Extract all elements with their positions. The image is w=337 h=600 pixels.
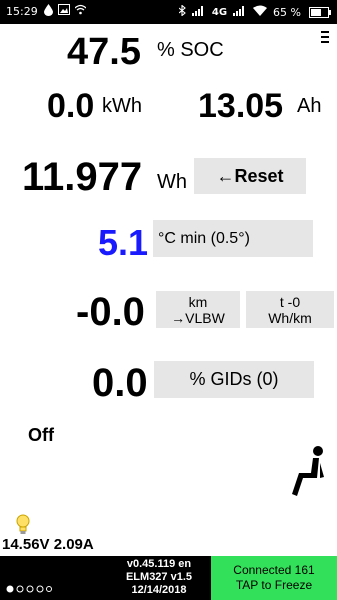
ah-value: 13.05 bbox=[198, 87, 284, 125]
version-line3: 12/14/2018 bbox=[131, 584, 187, 596]
wh-km-button-line1: t -0 bbox=[279, 293, 301, 310]
notification-drop-icon bbox=[44, 4, 53, 19]
km-vlbw-button[interactable]: km →VLBW bbox=[156, 291, 240, 328]
overflow-menu-icon[interactable] bbox=[321, 30, 329, 46]
wh-km-button-line2: Wh/km bbox=[268, 309, 312, 326]
signal-icon-2 bbox=[233, 5, 247, 19]
reset-button[interactable]: ←Reset bbox=[194, 158, 306, 194]
connected-line2: TAP to Freeze bbox=[235, 578, 313, 592]
kwh-unit: kWh bbox=[102, 95, 142, 117]
battery-percent: 65 % bbox=[273, 5, 301, 19]
version-line2: ELM327 v1.5 bbox=[125, 571, 193, 583]
soc-unit: % SOC bbox=[157, 39, 224, 61]
battery-icon bbox=[309, 6, 331, 18]
version-line1: v0.45.119 en bbox=[126, 558, 192, 570]
connected-freeze-button[interactable]: Connected 161 TAP to Freeze bbox=[211, 556, 337, 600]
km-button-line1: km bbox=[188, 293, 208, 310]
version-info: v0.45.119 en ELM327 v1.5 12/14/2018 bbox=[116, 558, 202, 597]
wifi-icon bbox=[253, 5, 268, 19]
seat-icon bbox=[287, 445, 327, 506]
status-time: 15:29 bbox=[6, 5, 38, 18]
signal-icon bbox=[191, 5, 206, 19]
bluetooth-icon bbox=[178, 4, 186, 19]
status-right: 4G 65 % bbox=[178, 4, 331, 19]
voltage-readout: 14.56V 2.09A bbox=[2, 536, 94, 553]
wifi-small-icon bbox=[74, 4, 87, 18]
status-bar: 15:29 4G 65 % bbox=[0, 0, 337, 24]
image-icon bbox=[58, 4, 70, 18]
wh-unit: Wh bbox=[157, 171, 187, 193]
kwh-value: 0.0 bbox=[47, 87, 95, 125]
page-indicator[interactable] bbox=[6, 584, 52, 596]
gids-value: 0.0 bbox=[92, 361, 148, 405]
temperature-button[interactable]: °C min (0.5°) bbox=[153, 220, 313, 257]
climate-state: Off bbox=[28, 425, 54, 445]
wh-value: 11.977 bbox=[22, 155, 143, 199]
gids-button[interactable]: % GIDs (0) bbox=[154, 361, 314, 398]
ah-unit: Ah bbox=[297, 95, 322, 117]
temperature-value: 5.1 bbox=[98, 222, 149, 263]
soc-value: 47.5 bbox=[67, 31, 141, 73]
efficiency-value: -0.0 bbox=[76, 290, 145, 334]
connected-line1: Connected 161 bbox=[233, 563, 315, 577]
wh-km-button[interactable]: t -0 Wh/km bbox=[246, 291, 334, 328]
km-button-line2: →VLBW bbox=[171, 309, 225, 326]
network-type: 4G bbox=[211, 6, 228, 18]
